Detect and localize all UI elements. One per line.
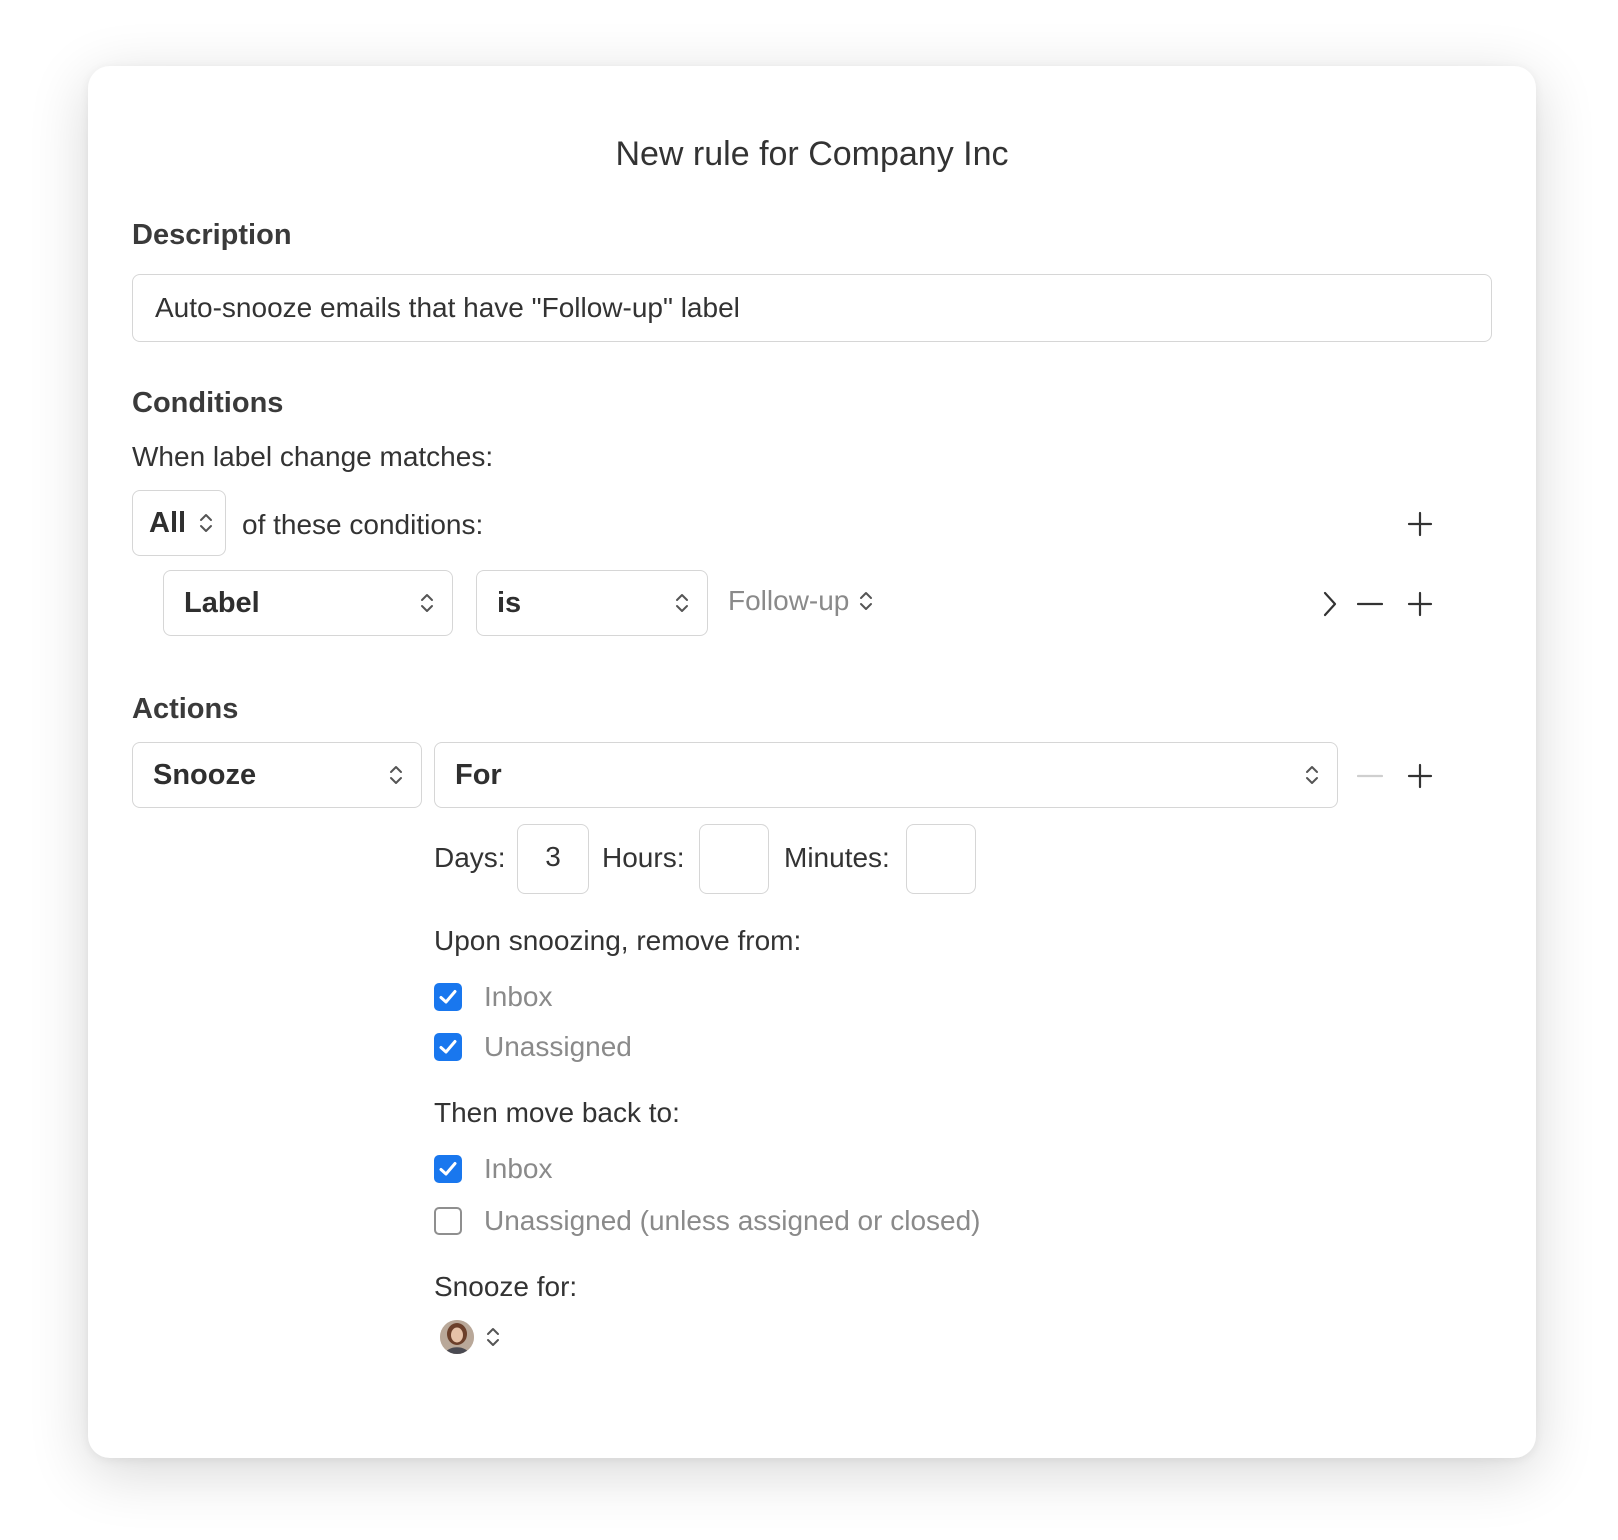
snooze-for-user-select[interactable] [440,1320,500,1354]
snooze-mode-select[interactable]: For [434,742,1338,808]
add-condition-group-button[interactable] [1400,504,1440,544]
chevron-updown-icon [486,1325,500,1349]
checkmark-icon [439,1040,457,1054]
condition-field-value: Label [184,586,260,619]
chevron-updown-icon [420,591,434,615]
option-label: Inbox [484,1153,553,1184]
remove-from-inbox-option[interactable]: Inbox [434,980,553,1014]
plus-icon [1407,591,1433,617]
conditions-trigger-text: When label change matches: [132,441,494,472]
condition-value-select[interactable]: Follow-up [728,584,873,618]
days-input[interactable]: 3 [517,824,589,894]
condition-operator-select[interactable]: is [476,570,708,636]
minus-icon [1357,774,1383,778]
snooze-for-label: Snooze for: [434,1271,578,1302]
condition-operator-value: is [497,586,522,619]
chevron-right-icon [1323,591,1337,617]
hours-input[interactable] [699,824,769,894]
checkmark-icon [439,990,457,1004]
minutes-input[interactable] [906,824,976,894]
move-back-unassigned-option[interactable]: Unassigned (unless assigned or closed) [434,1204,981,1238]
rule-dialog: New rule for Company Inc Description Aut… [88,66,1536,1458]
add-condition-button[interactable] [1400,584,1440,624]
move-back-inbox-option[interactable]: Inbox [434,1152,553,1186]
condition-value: Follow-up [728,585,850,616]
actions-heading: Actions [132,693,239,725]
condition-field-select[interactable]: Label [163,570,453,636]
description-heading: Description [132,219,292,251]
remove-from-unassigned-option[interactable]: Unassigned [434,1030,632,1064]
checkbox-checked[interactable] [434,1033,462,1061]
remove-from-label: Upon snoozing, remove from: [434,925,802,956]
remove-condition-button[interactable] [1350,584,1390,624]
checkbox-unchecked[interactable] [434,1207,462,1235]
move-back-label: Then move back to: [434,1097,680,1128]
chevron-updown-icon [675,591,689,615]
minutes-label: Minutes: [784,842,890,873]
plus-icon [1407,763,1433,789]
option-label: Unassigned (unless assigned or closed) [484,1205,981,1236]
match-suffix-text: of these conditions: [242,509,484,540]
snooze-mode-value: For [455,758,502,791]
description-input[interactable]: Auto-snooze emails that have "Follow-up"… [132,274,1492,342]
days-label: Days: [434,842,506,873]
checkbox-checked[interactable] [434,1155,462,1183]
add-action-button[interactable] [1400,756,1440,796]
option-label: Inbox [484,981,553,1012]
remove-action-button[interactable] [1350,756,1390,796]
checkmark-icon [439,1162,457,1176]
action-type-select[interactable]: Snooze [132,742,422,808]
minus-icon [1357,602,1383,606]
conditions-heading: Conditions [132,387,284,419]
hours-label: Hours: [602,842,685,873]
chevron-updown-icon [859,589,873,613]
plus-icon [1407,511,1433,537]
match-mode-select[interactable]: All [132,490,226,556]
chevron-updown-icon [199,511,213,535]
checkbox-checked[interactable] [434,983,462,1011]
expand-condition-button[interactable] [1310,584,1350,624]
chevron-updown-icon [389,763,403,787]
match-mode-value: All [149,506,187,539]
chevron-updown-icon [1305,763,1319,787]
dialog-title: New rule for Company Inc [615,135,1009,173]
option-label: Unassigned [484,1031,632,1062]
action-type-value: Snooze [153,758,257,791]
user-avatar [440,1320,474,1354]
